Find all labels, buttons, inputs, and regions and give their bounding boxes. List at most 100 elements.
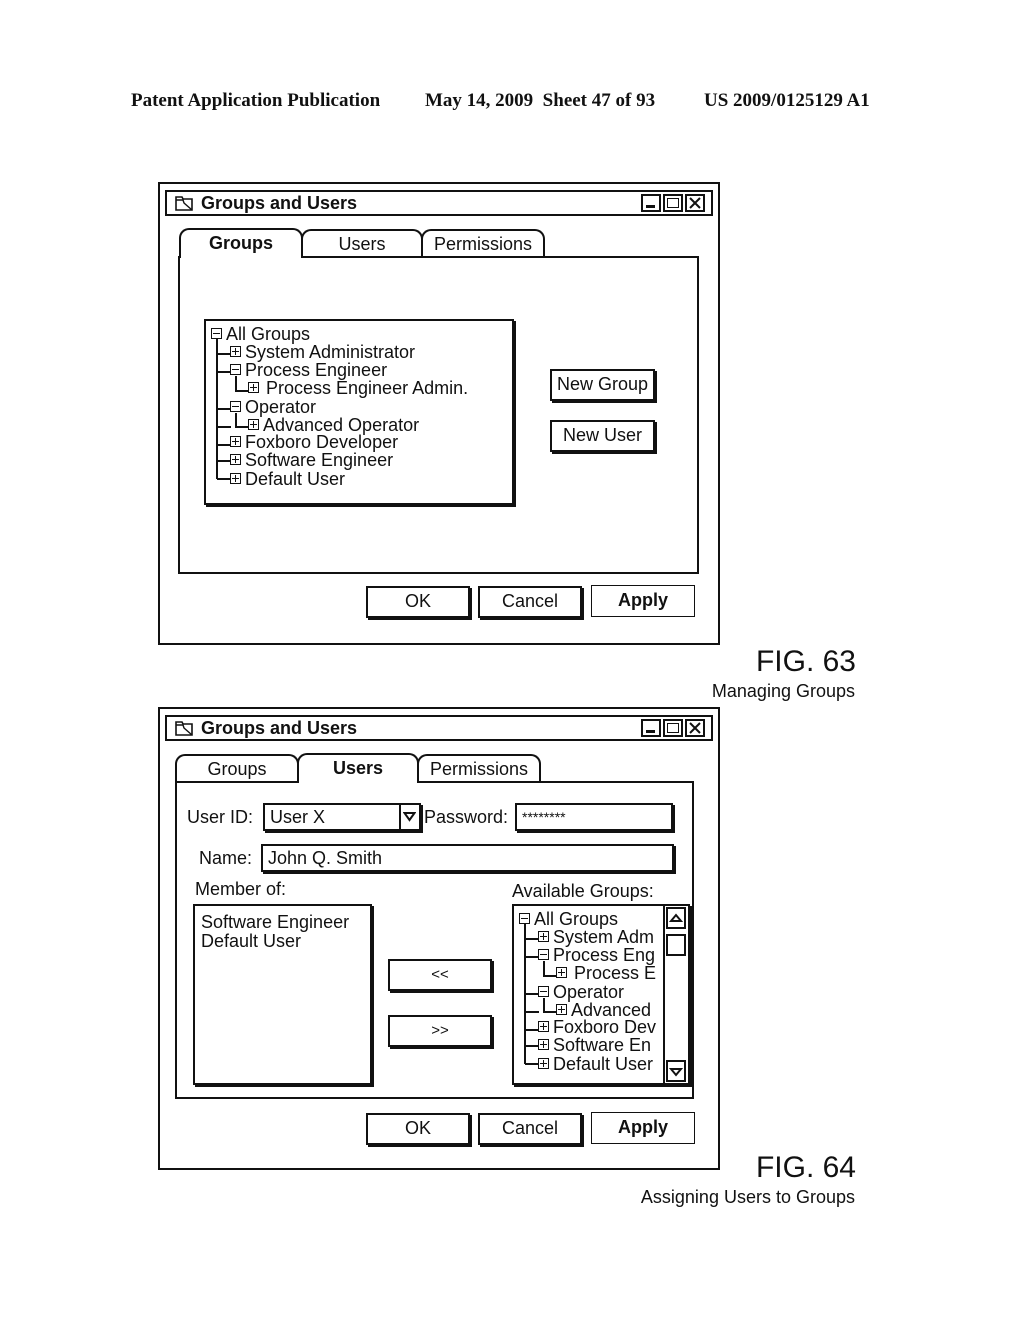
collapse-icon[interactable]	[538, 949, 549, 961]
groups-tree[interactable]: All Groups System Administrator Process …	[204, 319, 514, 505]
tab-groups[interactable]: Groups	[179, 228, 303, 258]
collapse-icon[interactable]	[211, 328, 222, 340]
tab-users[interactable]: Users	[301, 229, 423, 257]
tree-item-label: Foxboro Dev	[553, 1017, 657, 1037]
name-label: Name:	[199, 848, 253, 868]
expand-icon[interactable]	[230, 454, 241, 466]
vertical-scrollbar[interactable]	[663, 906, 688, 1083]
close-button[interactable]	[685, 719, 705, 737]
dropdown-button[interactable]	[399, 805, 419, 829]
user-id-dropdown[interactable]: User X	[263, 803, 421, 831]
tree-item-label: Software En	[553, 1035, 652, 1055]
password-label: Password:	[424, 807, 509, 827]
scroll-down-button[interactable]	[666, 1060, 686, 1082]
tree-item-process-engineer[interactable]: Process Eng	[538, 946, 655, 964]
expand-icon[interactable]	[230, 346, 241, 358]
folder-window-icon	[175, 196, 193, 211]
figure-label-64: FIG. 64	[755, 1151, 856, 1184]
close-button[interactable]	[685, 194, 705, 212]
name-input[interactable]: John Q. Smith	[261, 844, 674, 872]
minimize-button[interactable]	[641, 719, 661, 737]
cancel-button[interactable]: Cancel	[478, 1113, 582, 1145]
member-of-list[interactable]: Software Engineer Default User	[193, 904, 372, 1085]
tree-item-process-engineer-admin[interactable]: Process Engineer Admin.	[248, 379, 468, 397]
tree-item-all-groups[interactable]: All Groups	[211, 325, 310, 343]
tree-item-default-user[interactable]: Default User	[230, 470, 345, 488]
tab-permissions[interactable]: Permissions	[421, 229, 545, 257]
tree-item-default-user[interactable]: Default User	[538, 1055, 653, 1073]
tab-users[interactable]: Users	[297, 753, 419, 783]
tree-item-all-groups[interactable]: All Groups	[519, 910, 618, 928]
minimize-icon	[646, 205, 655, 208]
password-input[interactable]: ********	[515, 803, 673, 831]
arrow-down-icon	[669, 1068, 683, 1077]
tree-item-label: Process Eng	[553, 945, 656, 965]
publication-number: US 2009/0125129 A1	[704, 90, 870, 111]
maximize-icon	[667, 198, 679, 208]
tree-item-system-administrator[interactable]: System Adm	[538, 928, 654, 946]
publication-title: Patent Application Publication	[131, 90, 381, 111]
groups-and-users-window-fig64: Groups and Users Groups Users Permission…	[158, 707, 720, 1170]
scroll-up-button[interactable]	[666, 907, 686, 929]
close-icon	[689, 197, 701, 209]
remove-from-member-button[interactable]: >>	[388, 1015, 492, 1047]
tree-item-process-engineer-admin[interactable]: Process E	[556, 964, 656, 982]
apply-button[interactable]: Apply	[591, 585, 695, 617]
maximize-button[interactable]	[663, 194, 683, 212]
tree-item-operator[interactable]: Operator	[538, 983, 624, 1001]
collapse-icon[interactable]	[230, 364, 241, 376]
member-item[interactable]: Software Engineer	[201, 913, 349, 932]
tree-item-system-administrator[interactable]: System Administrator	[230, 343, 415, 361]
expand-icon[interactable]	[556, 1004, 567, 1016]
tree-item-software-engineer[interactable]: Software En	[538, 1036, 651, 1054]
expand-icon[interactable]	[556, 967, 567, 979]
collapse-icon[interactable]	[519, 913, 530, 925]
tree-item-label: Process E	[574, 963, 657, 983]
collapse-icon[interactable]	[230, 401, 241, 413]
tree-item-software-engineer[interactable]: Software Engineer	[230, 451, 393, 469]
collapse-icon[interactable]	[538, 986, 549, 998]
maximize-button[interactable]	[663, 719, 683, 737]
window-title: Groups and Users	[201, 193, 358, 213]
apply-button[interactable]: Apply	[591, 1112, 695, 1144]
ok-button[interactable]: OK	[366, 586, 470, 618]
tab-permissions[interactable]: Permissions	[417, 754, 541, 782]
tree-item-label: Operator	[245, 397, 317, 417]
expand-icon[interactable]	[538, 1058, 549, 1070]
available-groups-tree[interactable]: All Groups System Adm Process Eng Proces…	[512, 904, 690, 1085]
figure-caption-64: Assigning Users to Groups	[640, 1187, 855, 1207]
tree-item-foxboro-developer[interactable]: Foxboro Dev	[538, 1018, 656, 1036]
tree-item-label: Default User	[245, 469, 346, 489]
new-group-button[interactable]: New Group	[550, 369, 655, 401]
publication-date-sheet: May 14, 2009 Sheet 47 of 93	[425, 90, 656, 111]
new-user-button[interactable]: New User	[550, 420, 655, 452]
tree-item-label: Process Engineer Admin.	[266, 378, 469, 398]
scroll-thumb[interactable]	[666, 934, 686, 956]
tree-item-label: System Administrator	[245, 342, 416, 362]
figure-label-63: FIG. 63	[755, 645, 856, 678]
minimize-button[interactable]	[641, 194, 661, 212]
tree-item-foxboro-developer[interactable]: Foxboro Developer	[230, 433, 398, 451]
chevron-down-icon	[403, 812, 416, 822]
tree-item-process-engineer[interactable]: Process Engineer	[230, 361, 387, 379]
ok-button[interactable]: OK	[366, 1113, 470, 1145]
minimize-icon	[646, 730, 655, 733]
cancel-button[interactable]: Cancel	[478, 586, 582, 618]
member-item[interactable]: Default User	[201, 932, 301, 951]
groups-tab-panel: All Groups System Administrator Process …	[178, 256, 699, 574]
expand-icon[interactable]	[230, 436, 241, 448]
expand-icon[interactable]	[248, 419, 259, 431]
tree-item-label: Process Engineer	[245, 360, 388, 380]
add-to-member-button[interactable]: <<	[388, 959, 492, 991]
tab-groups[interactable]: Groups	[175, 754, 299, 782]
expand-icon[interactable]	[230, 473, 241, 485]
expand-icon[interactable]	[248, 382, 259, 394]
maximize-icon	[667, 723, 679, 733]
tree-viewport: All Groups System Adm Process Eng Proces…	[514, 906, 665, 1083]
expand-icon[interactable]	[538, 1021, 549, 1033]
tree-item-operator[interactable]: Operator	[230, 398, 316, 416]
expand-icon[interactable]	[538, 931, 549, 943]
expand-icon[interactable]	[538, 1039, 549, 1051]
users-tab-panel: User ID: User X Password: ******** Name:…	[175, 781, 694, 1099]
user-id-value: User X	[270, 807, 326, 827]
